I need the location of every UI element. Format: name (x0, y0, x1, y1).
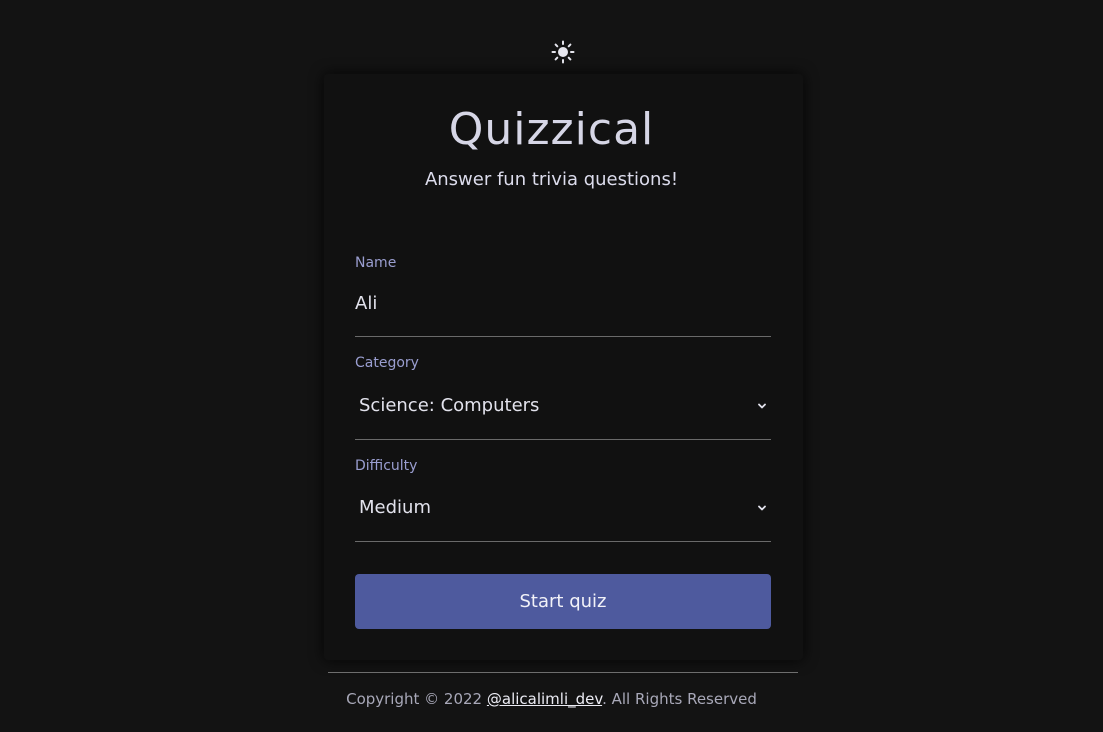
name-underline (355, 336, 771, 337)
chevron-down-icon (758, 505, 766, 511)
footer-suffix: . All Rights Reserved (602, 690, 757, 708)
difficulty-label: Difficulty (355, 458, 418, 474)
page: Quizzical Answer fun trivia questions! N… (0, 0, 1103, 732)
footer-copyright: Copyright © 2022 @alicalimli_dev. All Ri… (0, 689, 1103, 709)
category-selected-value: Science: Computers (359, 395, 540, 416)
difficulty-selected-value: Medium (359, 497, 431, 518)
name-label: Name (355, 255, 397, 271)
author-link[interactable]: @alicalimli_dev (487, 690, 602, 708)
sun-icon (551, 40, 575, 64)
app-title: Quizzical (448, 104, 655, 155)
category-label: Category (355, 355, 419, 371)
chevron-down-icon (758, 403, 766, 409)
category-select[interactable]: Science: Computers (355, 386, 771, 426)
category-underline (355, 439, 771, 440)
app-subtitle: Answer fun trivia questions! (424, 169, 679, 190)
difficulty-select[interactable]: Medium (355, 488, 771, 528)
difficulty-underline (355, 541, 771, 542)
name-input[interactable]: Ali (355, 292, 377, 316)
footer-divider (328, 672, 798, 673)
theme-toggle-button[interactable] (551, 40, 575, 64)
footer-prefix: Copyright © 2022 (346, 690, 487, 708)
start-quiz-button[interactable]: Start quiz (355, 574, 771, 629)
